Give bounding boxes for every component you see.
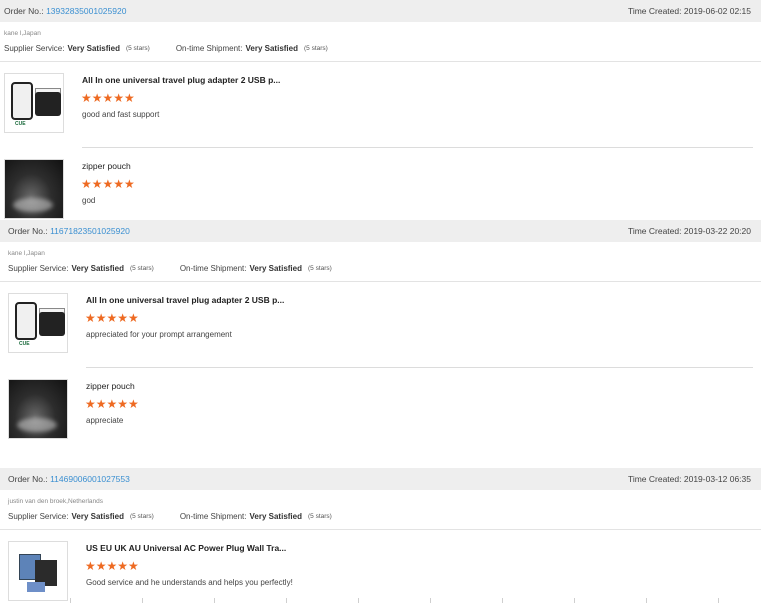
- product-title-link[interactable]: All In one universal travel plug adapter…: [86, 295, 284, 305]
- travel-adapter-photo: CUE: [5, 74, 63, 132]
- time-created-label: Time Created:: [627, 474, 682, 484]
- zipper-pouch-photo: [9, 380, 67, 438]
- star-rating: ★★★★★: [81, 91, 135, 105]
- shipment-label: On-time Shipment:: [175, 43, 243, 53]
- order-number-link[interactable]: 13932835001025920: [46, 6, 126, 16]
- buyer-name: kane l,Japan: [8, 250, 45, 257]
- supplier-stars-count: (5 stars): [125, 44, 150, 52]
- order-number: Order No.: 13932835001025920: [4, 6, 126, 16]
- order-header: Order No.: 11671823501025920 Time Create…: [0, 220, 761, 242]
- review-comment: Good service and he understands and help…: [86, 578, 293, 587]
- supplier-service-value: Very Satisfied: [71, 263, 124, 273]
- supplier-service-label: Supplier Service:: [8, 263, 69, 273]
- table-column-ticks: [0, 598, 761, 603]
- buyer-name: kane l,Japan: [4, 30, 41, 37]
- product-title-link[interactable]: All In one universal travel plug adapter…: [82, 75, 280, 85]
- order-number: Order No.: 11469006001027553: [8, 474, 130, 484]
- supplier-service-value: Very Satisfied: [67, 43, 120, 53]
- order-number: Order No.: 11671823501025920: [8, 226, 130, 236]
- product-thumbnail[interactable]: [8, 379, 68, 439]
- order-header: Order No.: 11469006001027553 Time Create…: [0, 468, 761, 490]
- review-comment: god: [82, 196, 96, 205]
- order-block: Order No.: 11469006001027553 Time Create…: [0, 468, 761, 603]
- time-created-value: 2019-03-12 06:35: [683, 474, 751, 484]
- seller-ratings: Supplier Service: Very Satisfied (5 star…: [0, 42, 761, 54]
- order-header: Order No.: 13932835001025920 Time Create…: [0, 0, 761, 22]
- order-no-label: Order No.:: [8, 226, 48, 236]
- product-thumbnail[interactable]: [8, 541, 68, 601]
- time-created-label: Time Created:: [627, 6, 682, 16]
- review-item: CUE All In one universal travel plug ada…: [0, 282, 761, 368]
- shipment-stars-count: (5 stars): [308, 512, 332, 520]
- supplier-service-label: Supplier Service:: [4, 43, 65, 53]
- order-block: Order No.: 13932835001025920 Time Create…: [0, 0, 761, 234]
- time-created-label: Time Created:: [627, 226, 682, 236]
- time-created: Time Created: 2019-06-02 02:15: [628, 6, 751, 16]
- review-comment: appreciated for your prompt arrangement: [86, 330, 232, 339]
- product-title-link[interactable]: zipper pouch: [82, 161, 131, 171]
- time-created: Time Created: 2019-03-12 06:35: [628, 474, 751, 484]
- zipper-pouch-photo: [5, 160, 63, 218]
- supplier-service-label: Supplier Service:: [8, 511, 69, 521]
- shipment-label: On-time Shipment:: [179, 263, 247, 273]
- travel-adapter-photo: CUE: [9, 294, 67, 352]
- order-no-label: Order No.:: [8, 474, 48, 484]
- product-thumbnail[interactable]: CUE: [4, 73, 64, 133]
- shipment-value: Very Satisfied: [249, 511, 302, 521]
- buyer-name: justin van den broek,Netherlands: [8, 498, 104, 505]
- review-item: US EU UK AU Universal AC Power Plug Wall…: [0, 530, 761, 603]
- order-block: Order No.: 11671823501025920 Time Create…: [0, 220, 761, 454]
- product-thumbnail[interactable]: CUE: [8, 293, 68, 353]
- order-number-link[interactable]: 11469006001027553: [50, 474, 130, 484]
- product-thumbnail[interactable]: [4, 159, 64, 219]
- power-plug-photo: [9, 542, 67, 600]
- shipment-value: Very Satisfied: [249, 263, 302, 273]
- time-created-value: 2019-03-22 20:20: [683, 226, 751, 236]
- review-comment: good and fast support: [82, 110, 160, 119]
- shipment-stars-count: (5 stars): [308, 264, 332, 272]
- review-item: zipper pouch ★★★★★ appreciate: [0, 368, 761, 454]
- review-comment: appreciate: [86, 416, 124, 425]
- shipment-stars-count: (5 stars): [304, 44, 328, 52]
- star-rating: ★★★★★: [81, 177, 135, 191]
- shipment-value: Very Satisfied: [245, 43, 298, 53]
- supplier-stars-count: (5 stars): [129, 512, 154, 520]
- shipment-label: On-time Shipment:: [179, 511, 247, 521]
- supplier-stars-count: (5 stars): [129, 264, 154, 272]
- order-no-label: Order No.:: [4, 6, 44, 16]
- star-rating: ★★★★★: [85, 311, 139, 325]
- product-title-link[interactable]: US EU UK AU Universal AC Power Plug Wall…: [86, 543, 286, 553]
- supplier-service-value: Very Satisfied: [71, 511, 124, 521]
- seller-ratings: Supplier Service: Very Satisfied (5 star…: [0, 262, 761, 274]
- star-rating: ★★★★★: [85, 397, 139, 411]
- review-item: CUE All In one universal travel plug ada…: [0, 62, 761, 148]
- seller-ratings: Supplier Service: Very Satisfied (5 star…: [0, 510, 761, 522]
- time-created: Time Created: 2019-03-22 20:20: [628, 226, 751, 236]
- order-number-link[interactable]: 11671823501025920: [50, 226, 130, 236]
- star-rating: ★★★★★: [85, 559, 139, 573]
- product-title-link[interactable]: zipper pouch: [86, 381, 135, 391]
- time-created-value: 2019-06-02 02:15: [683, 6, 751, 16]
